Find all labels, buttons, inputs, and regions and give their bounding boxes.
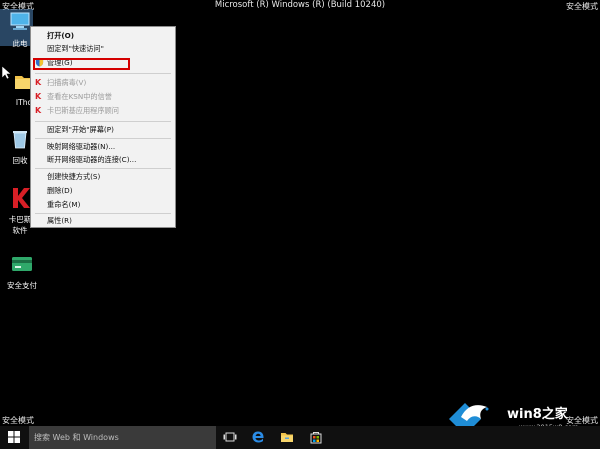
desktop-icon-label: 安全支付 xyxy=(7,281,37,290)
manage-highlight-box xyxy=(33,58,130,70)
windows-build-title: Microsoft (R) Windows (R) (Build 10240) xyxy=(214,0,386,10)
menu-item-properties[interactable]: 属性(R) xyxy=(47,215,72,226)
menu-item-label: 创建快捷方式(S) xyxy=(47,172,101,181)
menu-item-open[interactable]: 打开(O) xyxy=(47,30,74,41)
safe-mode-label-top-right: 安全模式 xyxy=(566,2,598,11)
store-icon[interactable] xyxy=(309,430,323,444)
menu-separator xyxy=(35,213,171,214)
menu-item-label: 卡巴斯基应用程序顾问 xyxy=(47,106,119,115)
menu-item-label: 映射网络驱动器(N)... xyxy=(47,142,116,151)
computer-icon xyxy=(10,12,30,30)
menu-item-label: 固定到"快速访问" xyxy=(47,44,104,53)
menu-item-label: 固定到"开始"屏幕(P) xyxy=(47,125,114,134)
safe-mode-label-bottom-left: 安全模式 xyxy=(2,416,34,425)
menu-item-create-shortcut[interactable]: 创建快捷方式(S) xyxy=(47,171,100,182)
task-view-icon[interactable] xyxy=(223,430,237,444)
context-menu: 打开(O) 固定到"快速访问" 管理(G) K 扫描病毒(V) K 查看在KSN… xyxy=(30,26,176,228)
menu-item-label: 打开(O) xyxy=(47,31,75,40)
watermark-brand: win8之家 xyxy=(507,407,568,422)
menu-item-label: 重命名(M) xyxy=(47,200,81,209)
menu-separator xyxy=(35,73,171,74)
taskbar: 搜索 Web 和 Windows xyxy=(0,426,600,449)
menu-separator xyxy=(35,121,171,122)
kaspersky-small-icon: K xyxy=(35,78,42,87)
windows-start-icon[interactable] xyxy=(8,431,20,443)
menu-item-label: 删除(D) xyxy=(47,186,73,195)
menu-item-disconnect-network-drive[interactable]: 断开网络驱动器的连接(C)... xyxy=(47,154,136,165)
safe-pay-card-icon xyxy=(12,257,32,271)
menu-item-map-network-drive[interactable]: 映射网络驱动器(N)... xyxy=(47,141,115,152)
menu-item-label: 扫描病毒(V) xyxy=(47,78,87,87)
kaspersky-small-icon: K xyxy=(35,92,42,101)
menu-item-delete[interactable]: 删除(D) xyxy=(47,185,73,196)
taskbar-search-box[interactable]: 搜索 Web 和 Windows xyxy=(29,426,216,449)
menu-item-scan-virus[interactable]: K 扫描病毒(V) xyxy=(35,77,87,88)
kaspersky-k-icon xyxy=(13,188,30,208)
menu-item-app-advisor[interactable]: K 卡巴斯基应用程序顾问 xyxy=(35,105,119,116)
menu-item-rename[interactable]: 重命名(M) xyxy=(47,199,80,210)
menu-item-pin-quick-access[interactable]: 固定到"快速访问" xyxy=(47,43,104,54)
desktop-icon-safe-pay[interactable]: 安全支付 xyxy=(2,252,42,291)
recycle-bin-icon xyxy=(13,131,27,149)
menu-item-ksn-reputation[interactable]: K 查看在KSN中的信誉 xyxy=(35,91,112,102)
menu-item-label: 属性(R) xyxy=(47,216,72,225)
kaspersky-small-icon: K xyxy=(35,106,42,115)
edge-browser-icon[interactable] xyxy=(251,430,265,444)
file-explorer-icon[interactable] xyxy=(280,430,294,444)
menu-separator xyxy=(35,138,171,139)
menu-item-pin-start[interactable]: 固定到"开始"屏幕(P) xyxy=(47,124,114,135)
menu-separator xyxy=(35,168,171,169)
menu-item-label: 查看在KSN中的信誉 xyxy=(47,92,112,101)
menu-item-label: 断开网络驱动器的连接(C)... xyxy=(47,155,137,164)
